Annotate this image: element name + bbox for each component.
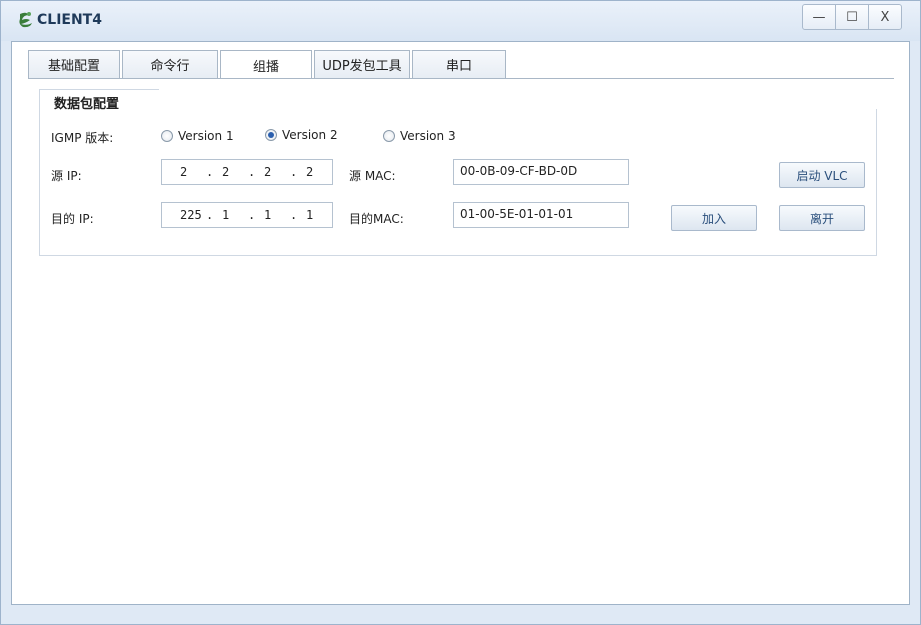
source-ip-dot: .	[290, 165, 298, 179]
destination-mac-label: 目的MAC:	[349, 212, 404, 226]
maximize-button[interactable]: ☐	[835, 4, 869, 30]
leave-button[interactable]: 离开	[779, 205, 865, 231]
join-button[interactable]: 加入	[671, 205, 757, 231]
window-controls: — ☐ X	[802, 4, 902, 30]
start-vlc-button[interactable]: 启动 VLC	[779, 162, 865, 188]
source-mac-label: 源 MAC:	[349, 169, 396, 183]
radio-version-1-label: Version 1	[178, 129, 234, 143]
tab-udp-tool[interactable]: UDP发包工具	[314, 50, 410, 78]
tab-basic-config[interactable]: 基础配置	[28, 50, 120, 78]
source-ip-input[interactable]: 2 . 2 . 2 . 2	[161, 159, 333, 185]
title-bar[interactable]: CLIENT4 — ☐ X	[1, 1, 920, 41]
close-button[interactable]: X	[868, 4, 902, 30]
tab-serial-port[interactable]: 串口	[412, 50, 506, 78]
tab-command-line[interactable]: 命令行	[122, 50, 218, 78]
destination-ip-octet-4: 1	[306, 208, 314, 222]
destination-ip-octet-3: 1	[264, 208, 272, 222]
radio-version-3-label: Version 3	[400, 129, 456, 143]
destination-ip-label: 目的 IP:	[51, 212, 94, 226]
source-ip-dot: .	[248, 165, 256, 179]
destination-ip-dot: .	[290, 208, 298, 222]
client-window: CLIENT4 — ☐ X 基础配置 命令行 组播 UDP发包工具 串口 数据包…	[0, 0, 921, 625]
tab-multicast[interactable]: 组播	[220, 50, 312, 79]
source-ip-octet-1: 2	[180, 165, 188, 179]
radio-version-3-indicator[interactable]	[383, 130, 395, 142]
radio-version-2-label: Version 2	[282, 128, 338, 142]
client-app-icon	[19, 12, 32, 28]
destination-ip-dot: .	[206, 208, 214, 222]
radio-version-3[interactable]: Version 3	[383, 129, 456, 143]
destination-ip-octet-2: 1	[222, 208, 230, 222]
minimize-button[interactable]: —	[802, 4, 836, 30]
packet-config-title: 数据包配置	[54, 97, 120, 112]
radio-version-1-indicator[interactable]	[161, 130, 173, 142]
destination-mac-input[interactable]: 01-00-5E-01-01-01	[453, 202, 629, 228]
source-ip-octet-2: 2	[222, 165, 230, 179]
igmp-version-label: IGMP 版本:	[51, 131, 114, 145]
radio-version-2-indicator[interactable]	[265, 129, 277, 141]
window-title: CLIENT4	[37, 12, 102, 28]
destination-ip-octet-1: 225	[180, 208, 202, 222]
source-mac-input[interactable]: 00-0B-09-CF-BD-0D	[453, 159, 629, 185]
source-ip-dot: .	[206, 165, 214, 179]
radio-version-2[interactable]: Version 2	[265, 128, 338, 142]
tab-bar: 基础配置 命令行 组播 UDP发包工具 串口	[28, 50, 508, 79]
source-ip-label: 源 IP:	[51, 169, 82, 183]
radio-version-1[interactable]: Version 1	[161, 129, 234, 143]
source-ip-octet-4: 2	[306, 165, 314, 179]
destination-ip-dot: .	[248, 208, 256, 222]
packet-config-tab: 数据包配置	[39, 89, 159, 112]
source-ip-octet-3: 2	[264, 165, 272, 179]
destination-ip-input[interactable]: 225 . 1 . 1 . 1	[161, 202, 333, 228]
